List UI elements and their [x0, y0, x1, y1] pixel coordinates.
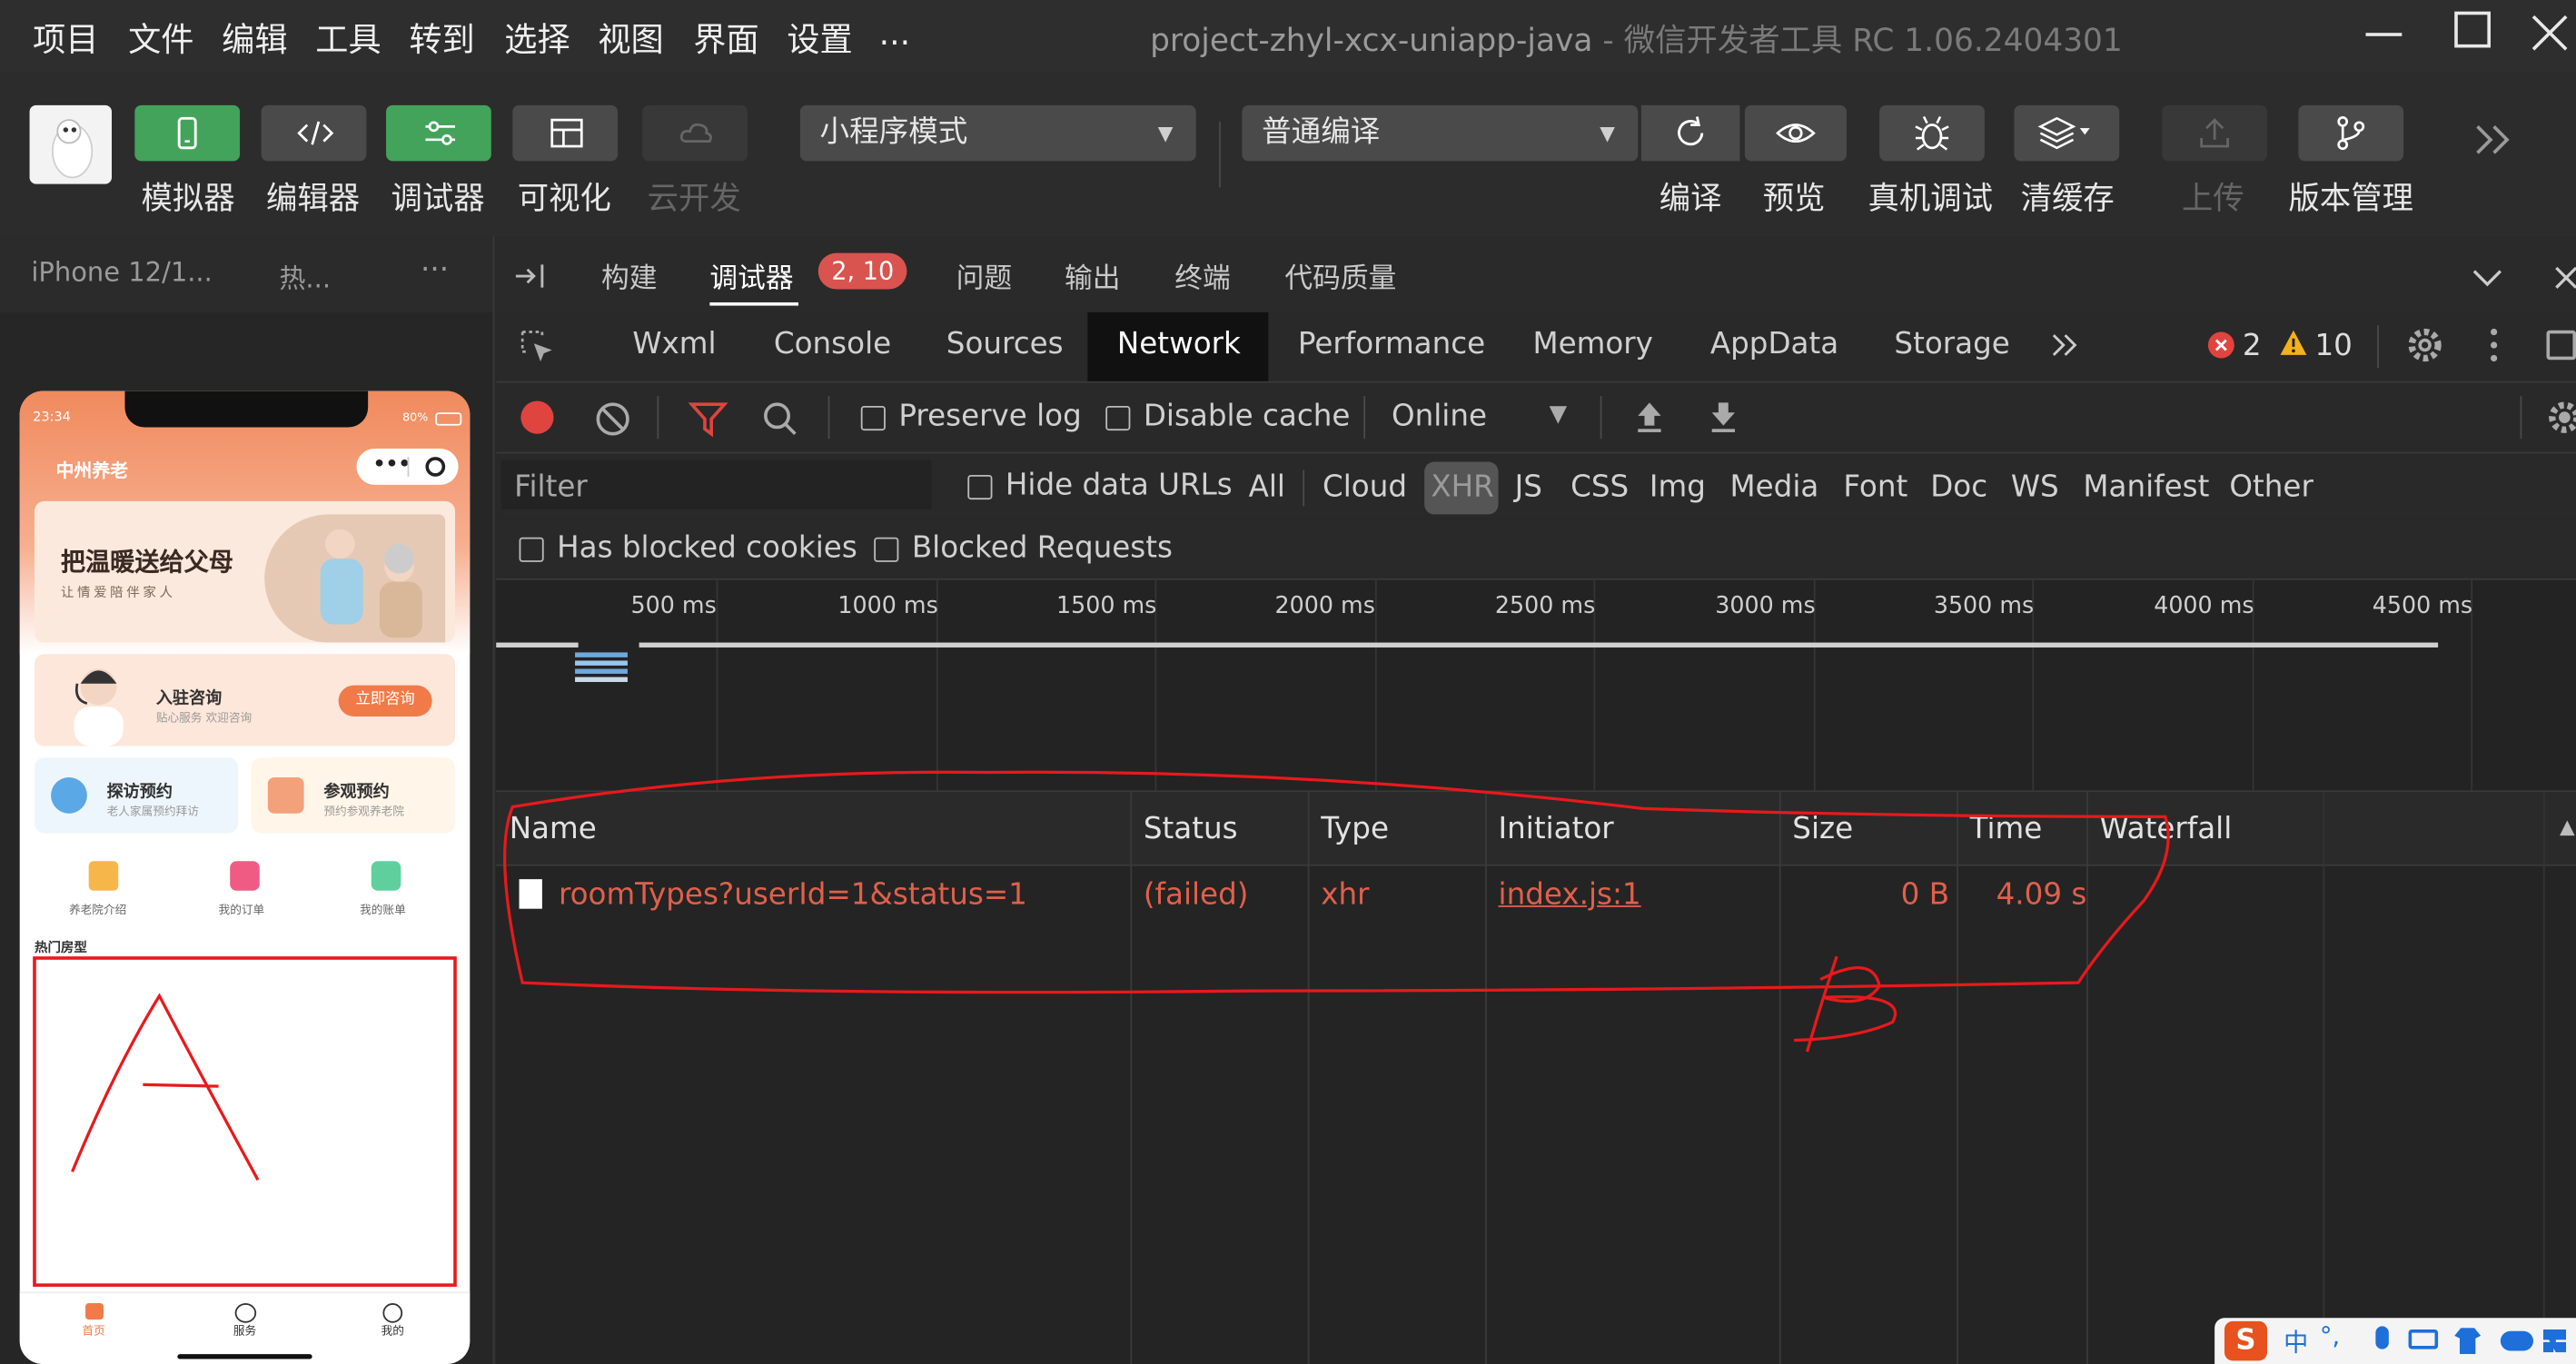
annotation-letter-b	[1794, 955, 1897, 1053]
annotation-box-a	[33, 956, 457, 1287]
annotation-letter-a	[71, 993, 260, 1181]
annotation-outline-b	[503, 770, 2170, 994]
annotation-layer	[33, 770, 2170, 1287]
